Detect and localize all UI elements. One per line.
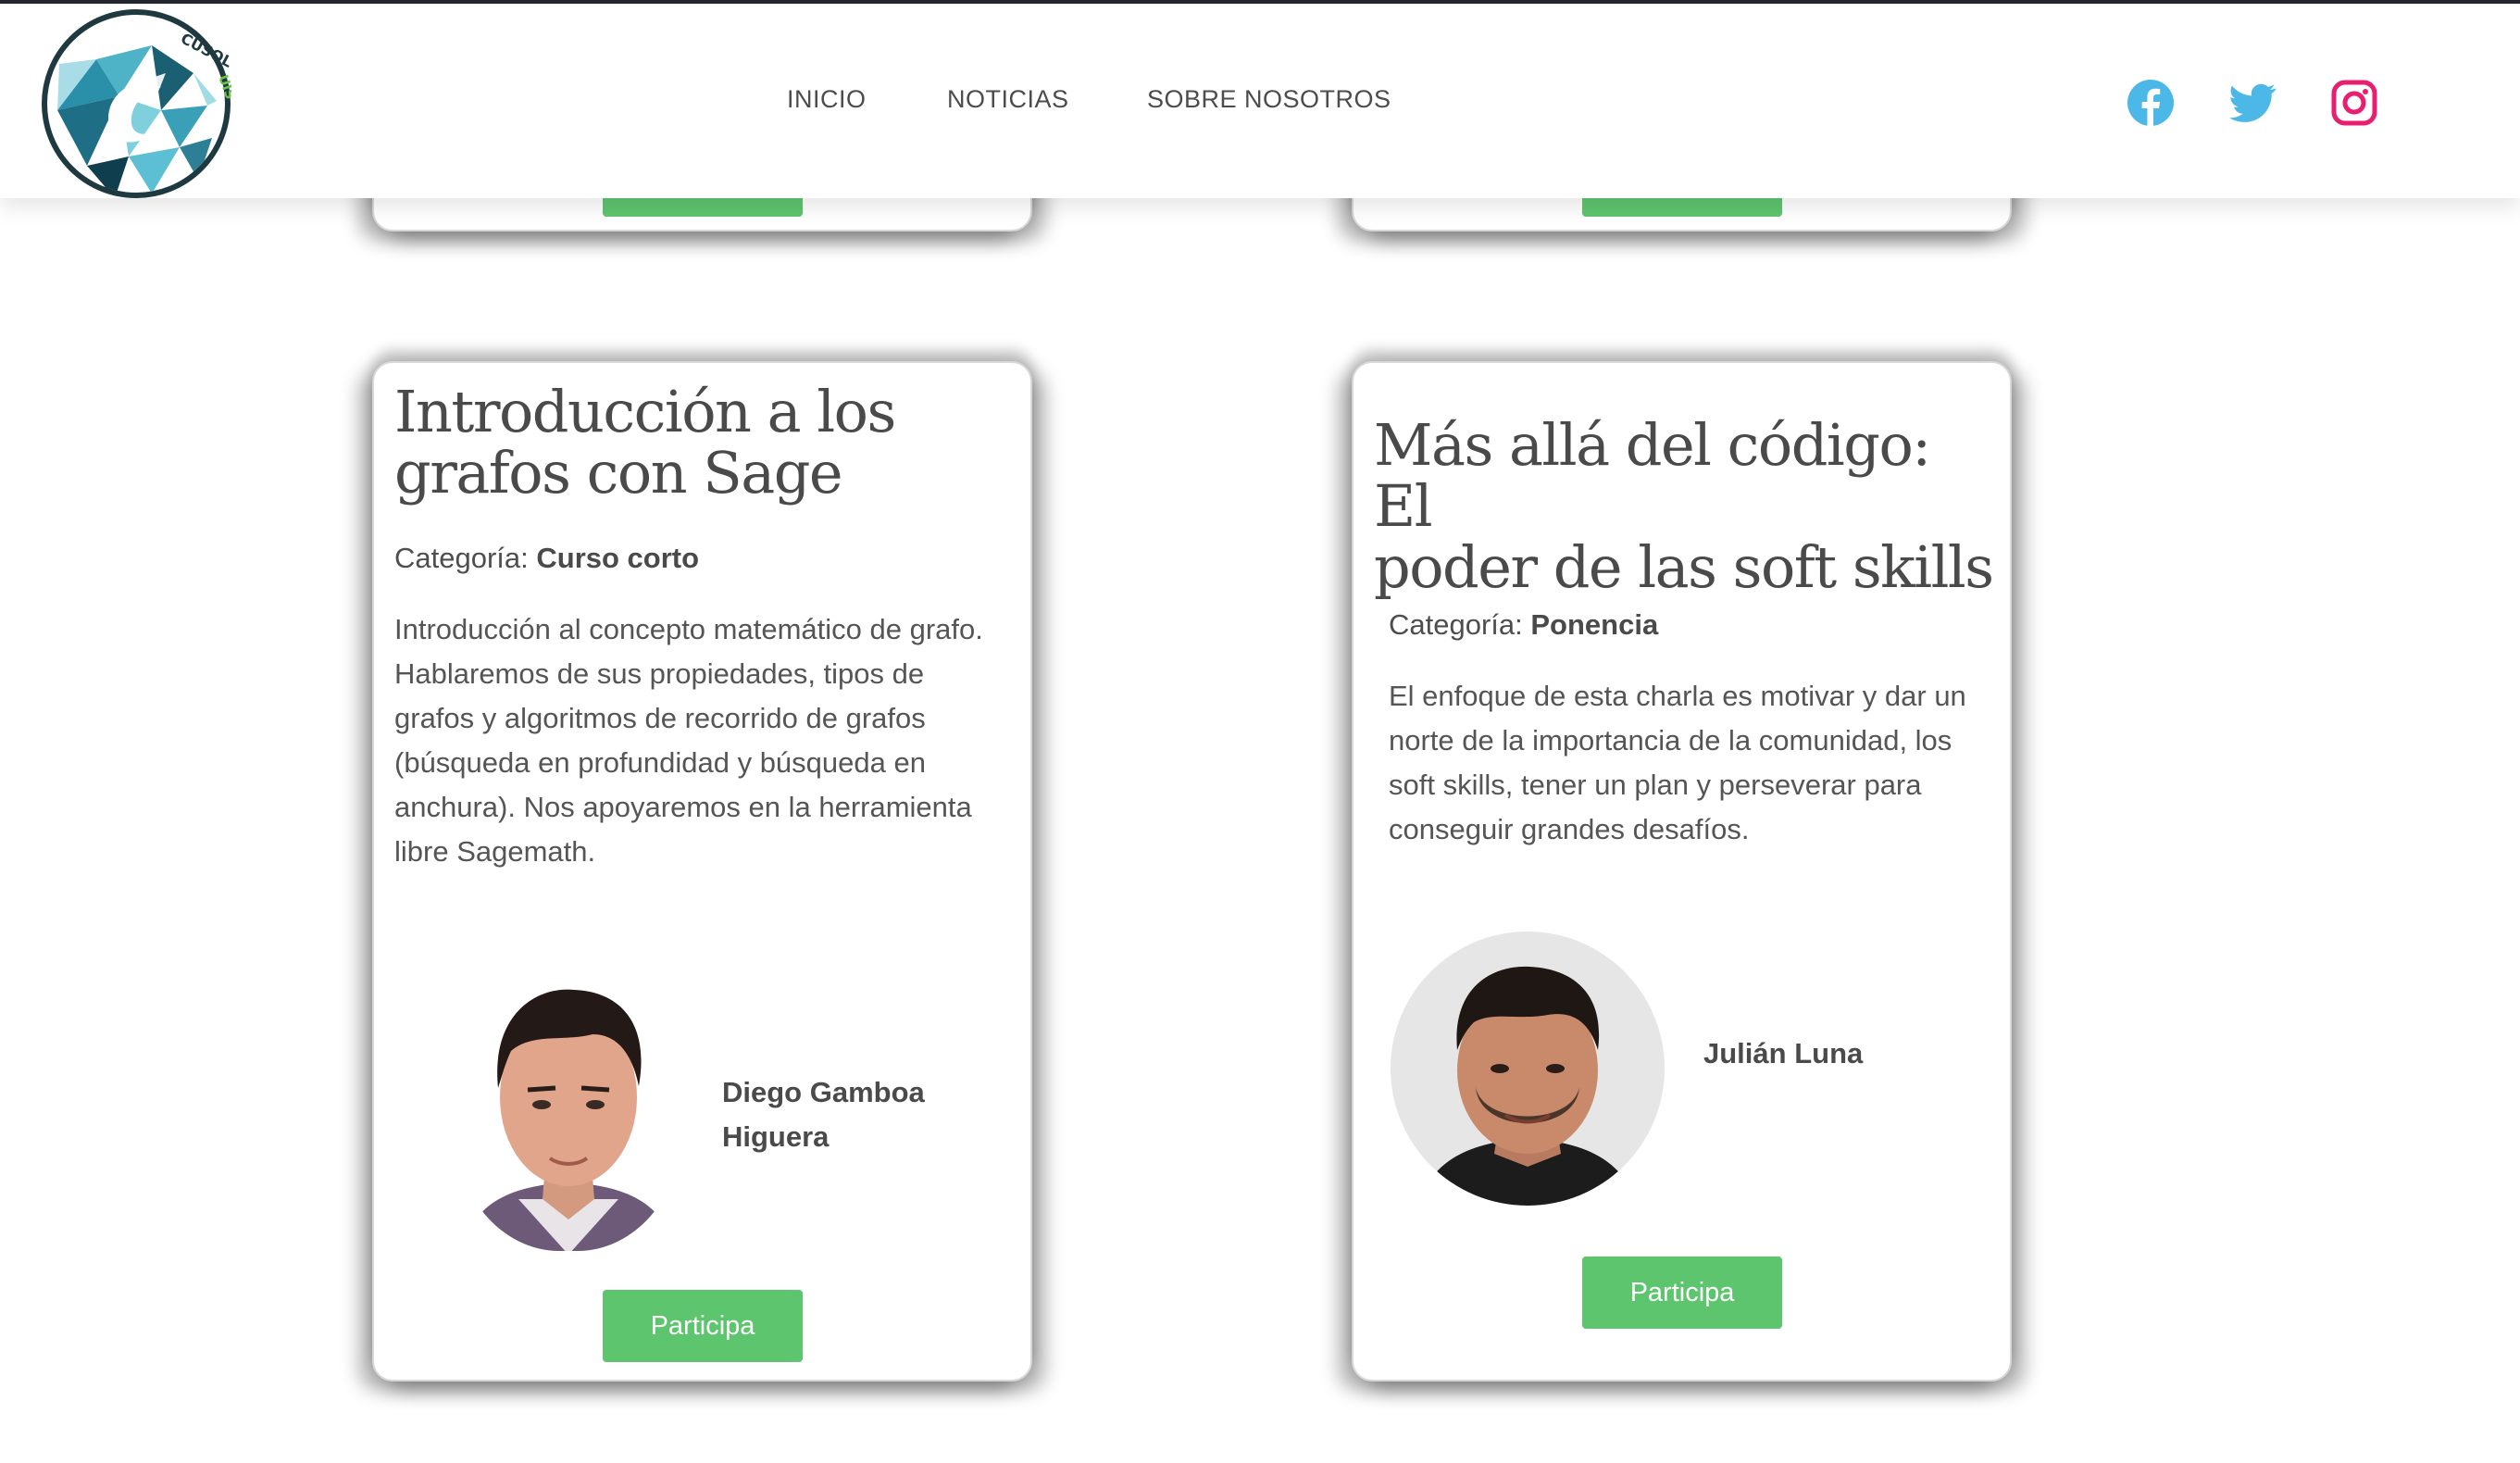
participate-button[interactable]: Participa	[603, 1290, 803, 1362]
top-border	[0, 0, 2520, 4]
instagram-icon[interactable]	[2329, 78, 2379, 128]
site-header: CUSOL UIS INICIO NOTICIAS SOBRE NOSOTROS	[0, 4, 2520, 198]
description-line: conseguir grandes desafíos.	[1389, 813, 1750, 845]
card-category: Categoría: Ponencia	[1389, 608, 1658, 642]
card-title: Más allá del código: El poder de las sof…	[1374, 415, 2003, 598]
category-value: Curso corto	[536, 542, 700, 574]
event-card: Más allá del código: El poder de las sof…	[1352, 361, 2012, 1382]
nav-inicio[interactable]: INICIO	[787, 85, 867, 114]
card-title: Introducción a los grafos con Sage	[394, 381, 1024, 504]
description-line: El enfoque de esta charla es motivar y d…	[1389, 680, 1966, 712]
description-line: grafos y algoritmos de recorrido de graf…	[394, 702, 926, 734]
twitter-icon[interactable]	[2227, 78, 2277, 128]
facebook-icon[interactable]	[2126, 78, 2176, 128]
speaker-name: Diego Gamboa Higuera	[722, 1070, 925, 1159]
card-description: Introducción al concepto matemático de g…	[394, 607, 1033, 874]
event-card: Introducción a los grafos con Sage Categ…	[372, 361, 1032, 1382]
description-line: (búsqueda en profundidad y búsqueda en	[394, 746, 926, 779]
description-line: soft skills, tener un plan y perseverar …	[1389, 769, 1922, 801]
speaker-avatar	[1391, 932, 1665, 1206]
speaker-name-line: Higuera	[722, 1120, 830, 1153]
description-line: Hablaremos de sus propiedades, tipos de	[394, 657, 925, 690]
category-label: Categoría:	[394, 542, 537, 574]
participate-button[interactable]: Participa	[1582, 1257, 1782, 1329]
description-line: norte de la importancia de la comunidad,…	[1389, 724, 1952, 757]
card-title-line: Más allá del código: El	[1374, 411, 1931, 540]
description-line: libre Sagemath.	[394, 835, 596, 868]
description-line: anchura). Nos apoyaremos en la herramien…	[394, 791, 972, 823]
card-title-line: Introducción a los	[394, 378, 896, 445]
speaker-name: Julián Luna	[1703, 1032, 1863, 1076]
card-title-line: grafos con Sage	[394, 439, 843, 506]
speaker-name-line: Julián Luna	[1703, 1037, 1864, 1069]
participate-button-partial[interactable]	[603, 198, 803, 217]
participate-button-partial[interactable]	[1582, 198, 1782, 217]
speaker-avatar	[454, 977, 683, 1251]
nav-sobre-nosotros[interactable]: SOBRE NOSOTROS	[1147, 85, 1391, 114]
card-title-line: poder de las soft skills	[1374, 533, 1994, 601]
card-category: Categoría: Curso corto	[394, 542, 699, 575]
page: CUSOL UIS INICIO NOTICIAS SOBRE NOSOTROS	[0, 0, 2520, 1463]
nav-noticias[interactable]: NOTICIAS	[947, 85, 1069, 114]
card-description: El enfoque de esta charla es motivar y d…	[1389, 674, 2011, 852]
category-value: Ponencia	[1530, 608, 1659, 641]
speaker-name-line: Diego Gamboa	[722, 1076, 925, 1108]
description-line: Introducción al concepto matemático de g…	[394, 613, 983, 645]
category-label: Categoría:	[1389, 608, 1531, 641]
